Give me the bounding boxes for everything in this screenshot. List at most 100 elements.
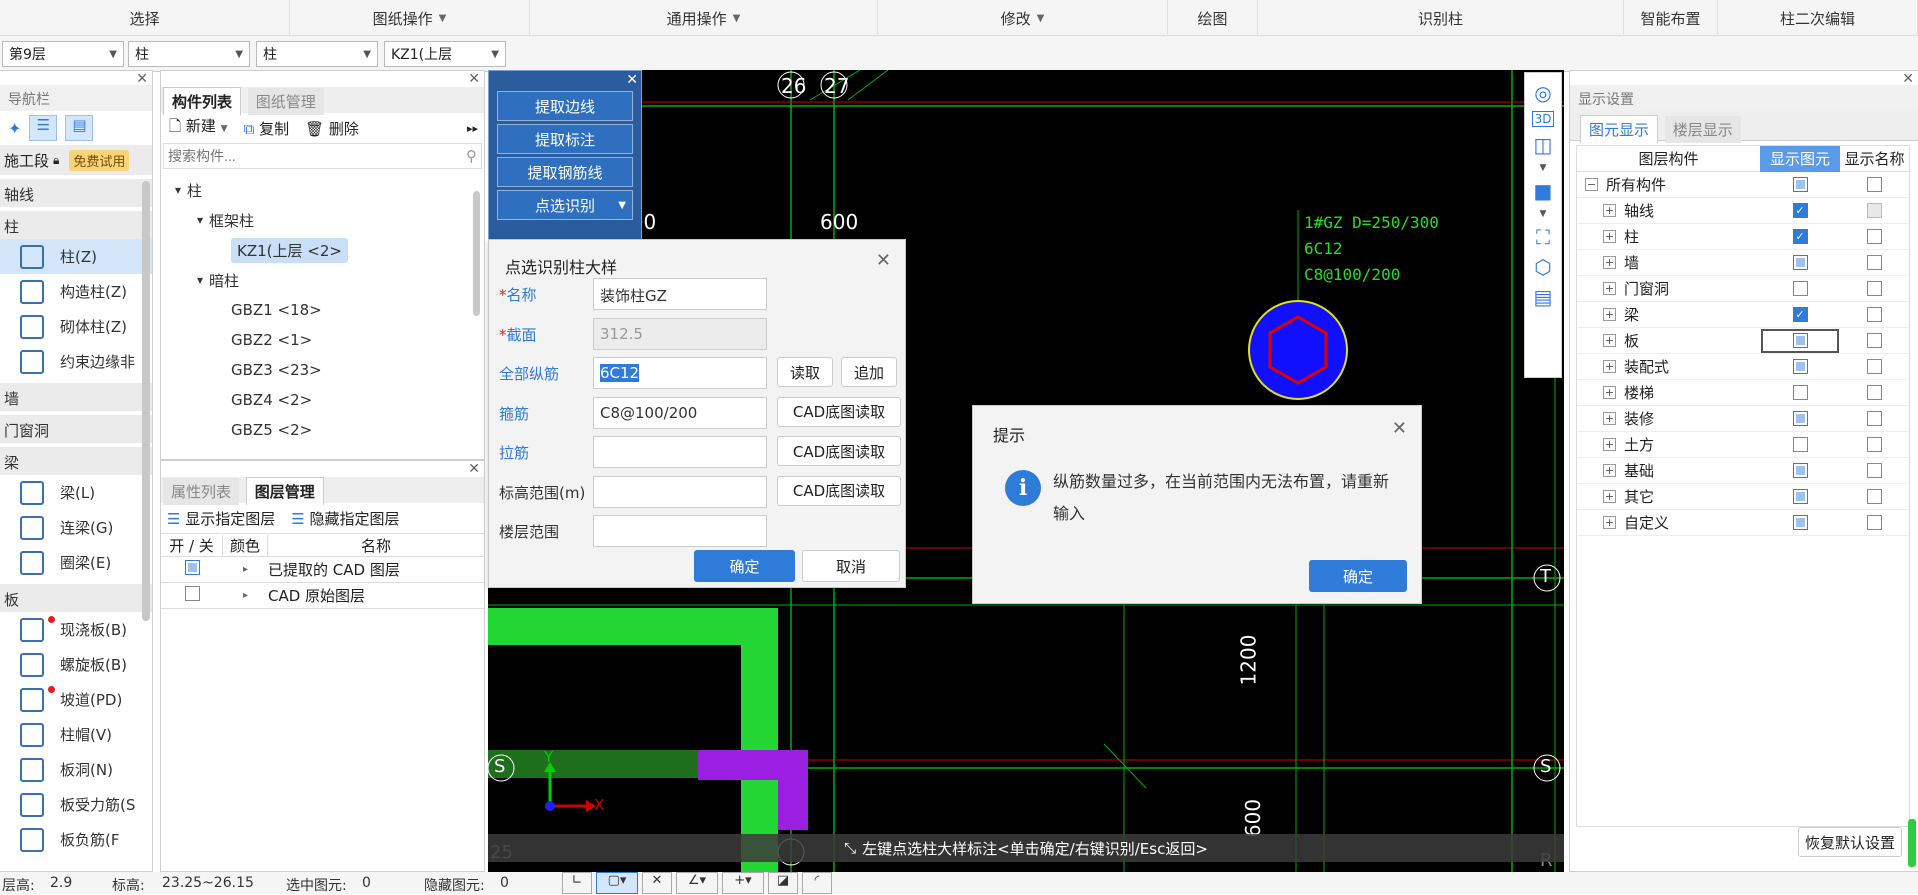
nav-item[interactable]: 连梁(G) [0, 510, 152, 545]
show-element-checkbox[interactable] [1792, 385, 1808, 400]
field-input[interactable]: 6C12 [593, 357, 767, 389]
nav-category[interactable]: 板 [0, 584, 152, 612]
alert-ok-button[interactable]: 确定 [1309, 560, 1407, 592]
show-name-checkbox[interactable] [1867, 411, 1882, 426]
arc-snap-icon[interactable]: ◜ [802, 872, 832, 894]
trial-badge[interactable]: 免费试用 [69, 149, 130, 171]
extract-button[interactable]: 提取标注 [497, 124, 633, 154]
expand-icon[interactable]: + [1603, 490, 1616, 503]
layer-row[interactable]: ▸ CAD 原始图层 [161, 583, 484, 609]
nav-category[interactable]: 墙 [0, 383, 152, 411]
menu-group-0[interactable]: 选择 [0, 0, 290, 36]
tab-drawing-manage[interactable]: 图纸管理 [247, 88, 324, 115]
nav-item[interactable]: 板洞(N) [0, 752, 152, 787]
layer-snap-icon[interactable]: ◪ [768, 872, 798, 894]
extract-button[interactable]: 提取钢筋线 [497, 157, 633, 187]
nav-item[interactable]: 柱帽(V) [0, 717, 152, 752]
tab-layer-manage[interactable]: 图层管理 [245, 477, 324, 505]
close-icon[interactable]: ✕ [1902, 71, 1914, 87]
show-element-checkbox[interactable] [1792, 359, 1808, 374]
expand-icon[interactable]: + [1603, 516, 1616, 529]
show-element-checkbox[interactable]: ✓ [1792, 229, 1808, 244]
nav-category[interactable]: 梁 [0, 447, 152, 475]
nav-item[interactable]: 板负筋(F [0, 822, 152, 857]
tab-floor-display[interactable]: 楼层显示 [1664, 116, 1741, 143]
show-name-checkbox[interactable] [1867, 437, 1882, 452]
view-3d-icon[interactable]: 3D [1531, 111, 1555, 127]
ortho-icon[interactable]: ∟ [562, 872, 592, 894]
new-button[interactable]: 🗋︎ 新建 ▼ [169, 115, 228, 141]
expand-icon[interactable]: + [1603, 412, 1616, 425]
floor-select[interactable]: 第9层 ▼ [2, 41, 124, 67]
menu-group-3[interactable]: 修改 ▼ [878, 0, 1168, 36]
component-search-input[interactable] [168, 148, 438, 164]
cad-read-button[interactable]: CAD底图读取 [777, 475, 901, 506]
chevron-down-icon[interactable]: ▼ [1540, 209, 1547, 219]
show-element-checkbox[interactable]: ✓ [1792, 203, 1808, 218]
cad-read-button[interactable]: CAD底图读取 [777, 436, 901, 466]
nav-scrollbar[interactable] [142, 181, 150, 621]
tree-scrollbar[interactable] [473, 191, 480, 316]
layer-toggle-checkbox[interactable] [184, 586, 200, 601]
close-icon[interactable]: ✕ [876, 250, 891, 271]
expand-icon[interactable]: + [1603, 360, 1616, 373]
list-view-icon[interactable]: ☰ [29, 115, 58, 141]
expand-icon[interactable]: + [1603, 386, 1616, 399]
expand-icon[interactable]: + [1603, 230, 1616, 243]
expand-icon[interactable]: ▾ [197, 273, 203, 287]
menu-group-2[interactable]: 通用操作 ▼ [530, 0, 878, 36]
nav-category[interactable]: 轴线 [0, 179, 152, 207]
show-element-checkbox[interactable] [1792, 333, 1808, 348]
expand-icon[interactable]: + [1603, 256, 1616, 269]
nav-category[interactable]: 门窗洞 [0, 415, 152, 443]
field-input[interactable]: C8@100/200 [593, 396, 767, 429]
field-action-button[interactable]: 追加 [841, 357, 897, 387]
menu-group-5[interactable]: 识别柱 [1258, 0, 1624, 36]
show-name-checkbox[interactable] [1867, 333, 1882, 348]
show-name-checkbox[interactable] [1867, 255, 1882, 270]
pin-icon[interactable]: ✦ [8, 119, 21, 138]
tab-property-list[interactable]: 属性列表 [163, 478, 240, 505]
properties-view-icon[interactable]: ▤ [1534, 285, 1553, 309]
nav-item[interactable]: 板受力筋(S [0, 787, 152, 822]
expand-icon[interactable]: ▾ [175, 183, 181, 197]
show-name-checkbox[interactable] [1867, 385, 1882, 400]
panel-scrollbar[interactable] [1908, 819, 1916, 867]
show-name-checkbox[interactable] [1867, 489, 1882, 504]
fit-view-icon[interactable]: ⛶ [1536, 225, 1550, 249]
chevron-down-icon[interactable]: ▼ [1540, 163, 1547, 173]
tree-node[interactable]: GBZ4 <2> [161, 385, 484, 415]
section-label[interactable]: 施工段 [4, 150, 49, 171]
collapse-icon[interactable]: − [1585, 178, 1598, 191]
layer-toggle-checkbox[interactable] [184, 560, 200, 575]
orbit-icon[interactable]: ◎ [1534, 81, 1551, 105]
expand-icon[interactable]: ▾ [197, 213, 203, 227]
show-name-checkbox[interactable] [1867, 203, 1882, 218]
show-name-checkbox[interactable] [1867, 177, 1882, 192]
field-input[interactable] [593, 436, 767, 468]
tree-node[interactable]: GBZ2 <1> [161, 325, 484, 355]
detail-cancel-button[interactable]: 取消 [802, 550, 900, 582]
show-name-checkbox[interactable] [1867, 463, 1882, 478]
field-input[interactable] [593, 515, 767, 547]
cad-read-button[interactable]: CAD底图读取 [777, 396, 901, 427]
nav-item[interactable]: 圈梁(E) [0, 545, 152, 580]
tree-node[interactable]: KZ1(上层 <2> [161, 235, 484, 265]
nav-item[interactable]: 砌体柱(Z) [0, 309, 152, 344]
snap-mode-icon[interactable]: ▢▾ [596, 872, 638, 894]
detail-view-icon[interactable]: ▤ [65, 115, 94, 141]
menu-group-4[interactable]: 绘图 [1168, 0, 1258, 36]
type-select[interactable]: 柱 ▼ [256, 41, 378, 67]
nav-item[interactable]: 梁(L) [0, 475, 152, 510]
show-layer-button[interactable]: ☰ 显示指定图层 [167, 508, 275, 529]
field-action-button[interactable]: 读取 [777, 357, 833, 387]
expand-icon[interactable]: + [1603, 464, 1616, 477]
menu-group-1[interactable]: 图纸操作 ▼ [290, 0, 530, 36]
close-icon[interactable]: ✕ [468, 461, 480, 477]
view-mode-icon[interactable]: ⬡ [1534, 255, 1551, 279]
field-input[interactable] [593, 475, 767, 508]
expand-icon[interactable]: + [1603, 282, 1616, 295]
expand-icon[interactable]: + [1603, 438, 1616, 451]
show-name-checkbox[interactable] [1867, 359, 1882, 374]
delete-button[interactable]: 🗑︎ 删除 [305, 118, 359, 139]
